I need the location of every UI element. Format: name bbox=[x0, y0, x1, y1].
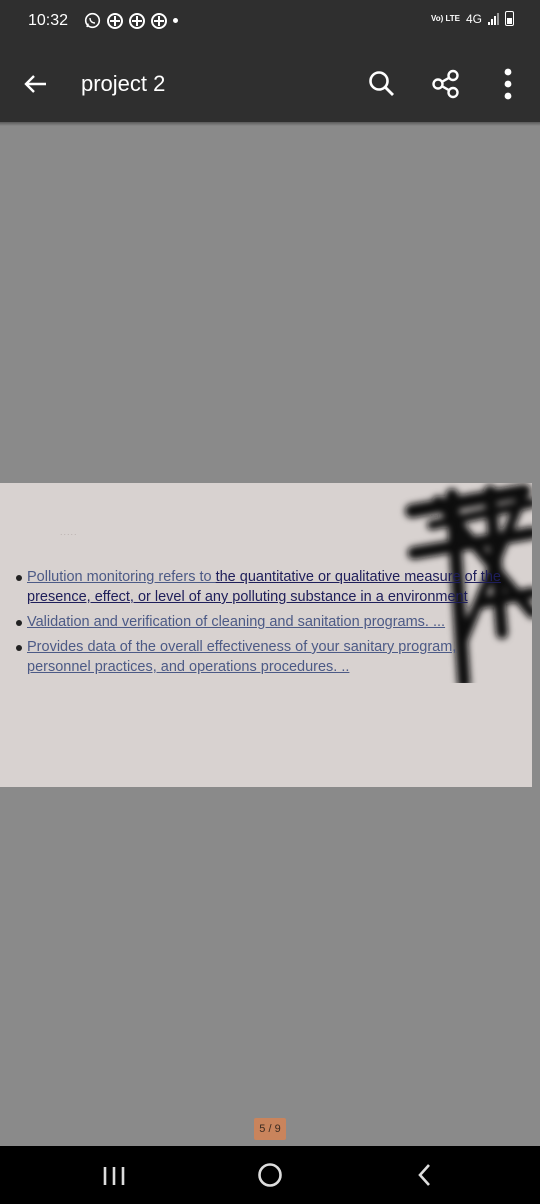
battery-icon bbox=[505, 11, 514, 26]
notification-grid-icon bbox=[151, 12, 167, 29]
system-icons: Vo) LTE 4G bbox=[431, 11, 514, 26]
home-icon[interactable] bbox=[257, 1162, 283, 1188]
bullet-1-prefix: Pollution monitoring refers to bbox=[27, 569, 216, 585]
pdf-page[interactable]: ..... Pollution monitoring refers to the… bbox=[0, 483, 532, 787]
page-decoration-dots: ..... bbox=[60, 527, 78, 537]
more-vert-icon[interactable] bbox=[496, 66, 520, 102]
status-bar: 10:32 Vo) LTE 4G bbox=[0, 0, 540, 44]
page-indicator: 5 / 9 bbox=[254, 1118, 286, 1140]
notification-grid-icon bbox=[107, 12, 123, 29]
back-arrow-icon[interactable] bbox=[18, 68, 54, 100]
bullet-item: Provides data of the overall effectivene… bbox=[16, 637, 506, 677]
status-time: 10:32 bbox=[28, 12, 69, 29]
bullet-item: Pollution monitoring refers to the quant… bbox=[16, 567, 506, 607]
app-bar-shadow bbox=[0, 122, 540, 126]
document-title: project 2 bbox=[81, 71, 166, 96]
bullet-list: Pollution monitoring refers to the quant… bbox=[16, 567, 506, 682]
signal-icon bbox=[488, 12, 499, 25]
more-notifications-dot-icon bbox=[173, 18, 178, 23]
bullet-item: Validation and verification of cleaning … bbox=[16, 612, 506, 632]
bullet-3-text: Provides data of the overall effectivene… bbox=[27, 639, 457, 675]
bullet-1-highlight: the quantitative or qualitative measure bbox=[215, 569, 461, 585]
volte-icon: Vo) LTE bbox=[430, 13, 460, 23]
search-icon[interactable] bbox=[366, 68, 398, 100]
app-bar: project 2 bbox=[0, 44, 540, 122]
back-icon[interactable] bbox=[412, 1162, 438, 1188]
navigation-bar bbox=[0, 1146, 540, 1204]
network-type: 4G bbox=[465, 11, 482, 26]
whatsapp-icon bbox=[84, 12, 101, 29]
pdf-viewer-screen: 10:32 Vo) LTE 4G project 2 ..... Polluti… bbox=[0, 0, 540, 1204]
notification-grid-icon bbox=[129, 12, 145, 29]
notification-icons bbox=[84, 12, 178, 29]
recents-icon[interactable] bbox=[102, 1165, 126, 1187]
share-icon[interactable] bbox=[430, 68, 462, 100]
bullet-2-text: Validation and verification of cleaning … bbox=[27, 614, 446, 630]
